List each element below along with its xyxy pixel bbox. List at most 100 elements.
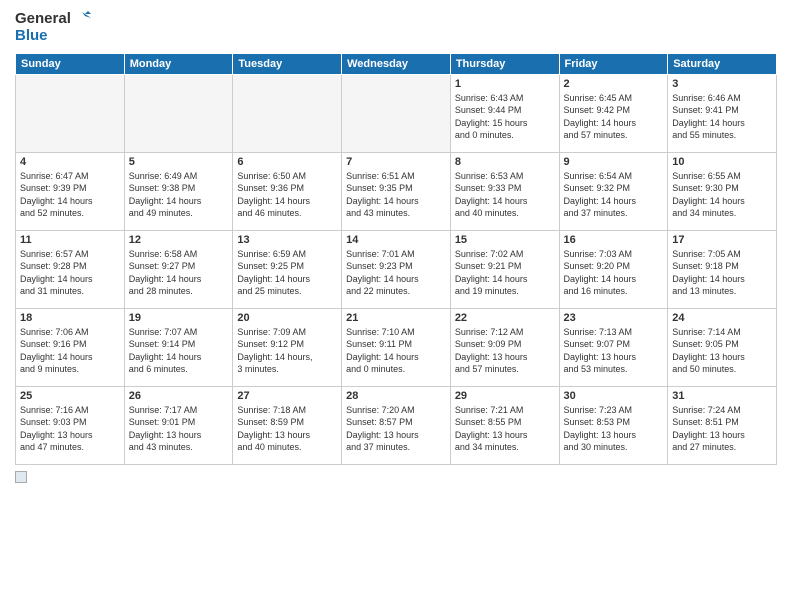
day-number: 30 bbox=[564, 390, 664, 402]
day-info: Sunrise: 7:12 AM Sunset: 9:09 PM Dayligh… bbox=[455, 326, 555, 376]
calendar-cell: 23 Sunrise: 7:13 AM Sunset: 9:07 PM Dayli… bbox=[559, 308, 668, 386]
calendar-cell: 26Sunrise: 7:17 AM Sunset: 9:01 PM Dayli… bbox=[124, 386, 233, 464]
day-info: Sunrise: 6:43 AM Sunset: 9:44 PM Dayligh… bbox=[455, 92, 555, 142]
day-number: 13 bbox=[237, 234, 337, 246]
day-number: 27 bbox=[237, 390, 337, 402]
day-info: Sunrise: 7:16 AM Sunset: 9:03 PM Dayligh… bbox=[20, 404, 120, 454]
day-info: Sunrise: 6:55 AM Sunset: 9:30 PM Dayligh… bbox=[672, 170, 772, 220]
calendar-cell: 17 Sunrise: 7:05 AM Sunset: 9:18 PM Dayli… bbox=[668, 230, 777, 308]
calendar-cell: 5 Sunrise: 6:49 AM Sunset: 9:38 PM Daylig… bbox=[124, 152, 233, 230]
day-info: Sunrise: 7:02 AM Sunset: 9:21 PM Dayligh… bbox=[455, 248, 555, 298]
weekday-header-friday: Friday bbox=[559, 53, 668, 74]
logo-bird-icon bbox=[73, 10, 91, 28]
day-info: Sunrise: 7:23 AM Sunset: 8:53 PM Dayligh… bbox=[564, 404, 664, 454]
calendar-cell: 9 Sunrise: 6:54 AM Sunset: 9:32 PM Daylig… bbox=[559, 152, 668, 230]
logo-text-general: General bbox=[15, 11, 71, 28]
day-number: 3 bbox=[672, 78, 772, 90]
calendar-cell: 3Sunrise: 6:46 AM Sunset: 9:41 PM Daylig… bbox=[668, 74, 777, 152]
day-number: 24 bbox=[672, 312, 772, 324]
week-row-3: 11Sunrise: 6:57 AM Sunset: 9:28 PM Dayli… bbox=[16, 230, 777, 308]
day-number: 9 bbox=[564, 156, 664, 168]
day-info: Sunrise: 6:45 AM Sunset: 9:42 PM Dayligh… bbox=[564, 92, 664, 142]
day-number: 19 bbox=[129, 312, 229, 324]
calendar: SundayMondayTuesdayWednesdayThursdayFrid… bbox=[15, 53, 777, 465]
day-info: Sunrise: 7:24 AM Sunset: 8:51 PM Dayligh… bbox=[672, 404, 772, 454]
weekday-header-row: SundayMondayTuesdayWednesdayThursdayFrid… bbox=[16, 53, 777, 74]
day-number: 1 bbox=[455, 78, 555, 90]
day-number: 2 bbox=[564, 78, 664, 90]
calendar-cell bbox=[233, 74, 342, 152]
weekday-header-thursday: Thursday bbox=[450, 53, 559, 74]
calendar-cell: 18 Sunrise: 7:06 AM Sunset: 9:16 PM Dayli… bbox=[16, 308, 125, 386]
day-info: Sunrise: 6:53 AM Sunset: 9:33 PM Dayligh… bbox=[455, 170, 555, 220]
day-number: 17 bbox=[672, 234, 772, 246]
calendar-cell bbox=[124, 74, 233, 152]
day-number: 8 bbox=[455, 156, 555, 168]
week-row-1: 1 Sunrise: 6:43 AM Sunset: 9:44 PM Daylig… bbox=[16, 74, 777, 152]
day-number: 14 bbox=[346, 234, 446, 246]
calendar-cell: 12 Sunrise: 6:58 AM Sunset: 9:27 PM Dayli… bbox=[124, 230, 233, 308]
calendar-cell: 4 Sunrise: 6:47 AM Sunset: 9:39 PM Daylig… bbox=[16, 152, 125, 230]
calendar-cell: 20 Sunrise: 7:09 AM Sunset: 9:12 PM Dayli… bbox=[233, 308, 342, 386]
weekday-header-monday: Monday bbox=[124, 53, 233, 74]
day-info: Sunrise: 7:05 AM Sunset: 9:18 PM Dayligh… bbox=[672, 248, 772, 298]
calendar-cell: 22Sunrise: 7:12 AM Sunset: 9:09 PM Dayli… bbox=[450, 308, 559, 386]
calendar-cell: 8 Sunrise: 6:53 AM Sunset: 9:33 PM Daylig… bbox=[450, 152, 559, 230]
day-number: 12 bbox=[129, 234, 229, 246]
week-row-4: 18 Sunrise: 7:06 AM Sunset: 9:16 PM Dayli… bbox=[16, 308, 777, 386]
footer bbox=[15, 471, 777, 483]
day-number: 5 bbox=[129, 156, 229, 168]
week-row-5: 25Sunrise: 7:16 AM Sunset: 9:03 PM Dayli… bbox=[16, 386, 777, 464]
day-info: Sunrise: 6:54 AM Sunset: 9:32 PM Dayligh… bbox=[564, 170, 664, 220]
day-info: Sunrise: 7:21 AM Sunset: 8:55 PM Dayligh… bbox=[455, 404, 555, 454]
day-number: 11 bbox=[20, 234, 120, 246]
day-number: 31 bbox=[672, 390, 772, 402]
weekday-header-sunday: Sunday bbox=[16, 53, 125, 74]
day-info: Sunrise: 6:50 AM Sunset: 9:36 PM Dayligh… bbox=[237, 170, 337, 220]
calendar-cell: 24 Sunrise: 7:14 AM Sunset: 9:05 PM Dayli… bbox=[668, 308, 777, 386]
calendar-cell: 6Sunrise: 6:50 AM Sunset: 9:36 PM Daylig… bbox=[233, 152, 342, 230]
day-info: Sunrise: 7:14 AM Sunset: 9:05 PM Dayligh… bbox=[672, 326, 772, 376]
day-number: 15 bbox=[455, 234, 555, 246]
calendar-cell: 29Sunrise: 7:21 AM Sunset: 8:55 PM Dayli… bbox=[450, 386, 559, 464]
day-info: Sunrise: 6:47 AM Sunset: 9:39 PM Dayligh… bbox=[20, 170, 120, 220]
day-number: 16 bbox=[564, 234, 664, 246]
day-number: 4 bbox=[20, 156, 120, 168]
logo: General Blue bbox=[15, 10, 91, 45]
calendar-cell: 30 Sunrise: 7:23 AM Sunset: 8:53 PM Dayli… bbox=[559, 386, 668, 464]
calendar-cell: 27Sunrise: 7:18 AM Sunset: 8:59 PM Dayli… bbox=[233, 386, 342, 464]
weekday-header-tuesday: Tuesday bbox=[233, 53, 342, 74]
day-info: Sunrise: 7:17 AM Sunset: 9:01 PM Dayligh… bbox=[129, 404, 229, 454]
day-info: Sunrise: 7:07 AM Sunset: 9:14 PM Dayligh… bbox=[129, 326, 229, 376]
calendar-cell: 31 Sunrise: 7:24 AM Sunset: 8:51 PM Dayli… bbox=[668, 386, 777, 464]
calendar-cell: 11Sunrise: 6:57 AM Sunset: 9:28 PM Dayli… bbox=[16, 230, 125, 308]
calendar-cell: 7Sunrise: 6:51 AM Sunset: 9:35 PM Daylig… bbox=[342, 152, 451, 230]
day-info: Sunrise: 6:49 AM Sunset: 9:38 PM Dayligh… bbox=[129, 170, 229, 220]
day-number: 21 bbox=[346, 312, 446, 324]
day-info: Sunrise: 7:03 AM Sunset: 9:20 PM Dayligh… bbox=[564, 248, 664, 298]
weekday-header-wednesday: Wednesday bbox=[342, 53, 451, 74]
day-info: Sunrise: 6:59 AM Sunset: 9:25 PM Dayligh… bbox=[237, 248, 337, 298]
day-number: 28 bbox=[346, 390, 446, 402]
weekday-header-saturday: Saturday bbox=[668, 53, 777, 74]
day-info: Sunrise: 7:09 AM Sunset: 9:12 PM Dayligh… bbox=[237, 326, 337, 376]
day-info: Sunrise: 7:01 AM Sunset: 9:23 PM Dayligh… bbox=[346, 248, 446, 298]
day-number: 23 bbox=[564, 312, 664, 324]
calendar-cell: 1 Sunrise: 6:43 AM Sunset: 9:44 PM Daylig… bbox=[450, 74, 559, 152]
day-info: Sunrise: 6:58 AM Sunset: 9:27 PM Dayligh… bbox=[129, 248, 229, 298]
day-info: Sunrise: 7:10 AM Sunset: 9:11 PM Dayligh… bbox=[346, 326, 446, 376]
day-info: Sunrise: 7:13 AM Sunset: 9:07 PM Dayligh… bbox=[564, 326, 664, 376]
day-info: Sunrise: 7:06 AM Sunset: 9:16 PM Dayligh… bbox=[20, 326, 120, 376]
day-info: Sunrise: 7:20 AM Sunset: 8:57 PM Dayligh… bbox=[346, 404, 446, 454]
calendar-cell: 16 Sunrise: 7:03 AM Sunset: 9:20 PM Dayli… bbox=[559, 230, 668, 308]
calendar-cell: 10 Sunrise: 6:55 AM Sunset: 9:30 PM Dayli… bbox=[668, 152, 777, 230]
day-number: 7 bbox=[346, 156, 446, 168]
page: General Blue SundayMondayTuesdayWednesda… bbox=[0, 0, 792, 612]
calendar-cell: 25Sunrise: 7:16 AM Sunset: 9:03 PM Dayli… bbox=[16, 386, 125, 464]
day-number: 20 bbox=[237, 312, 337, 324]
day-number: 18 bbox=[20, 312, 120, 324]
calendar-cell: 13 Sunrise: 6:59 AM Sunset: 9:25 PM Dayli… bbox=[233, 230, 342, 308]
day-number: 10 bbox=[672, 156, 772, 168]
daylight-box bbox=[15, 471, 27, 483]
calendar-cell: 2 Sunrise: 6:45 AM Sunset: 9:42 PM Daylig… bbox=[559, 74, 668, 152]
